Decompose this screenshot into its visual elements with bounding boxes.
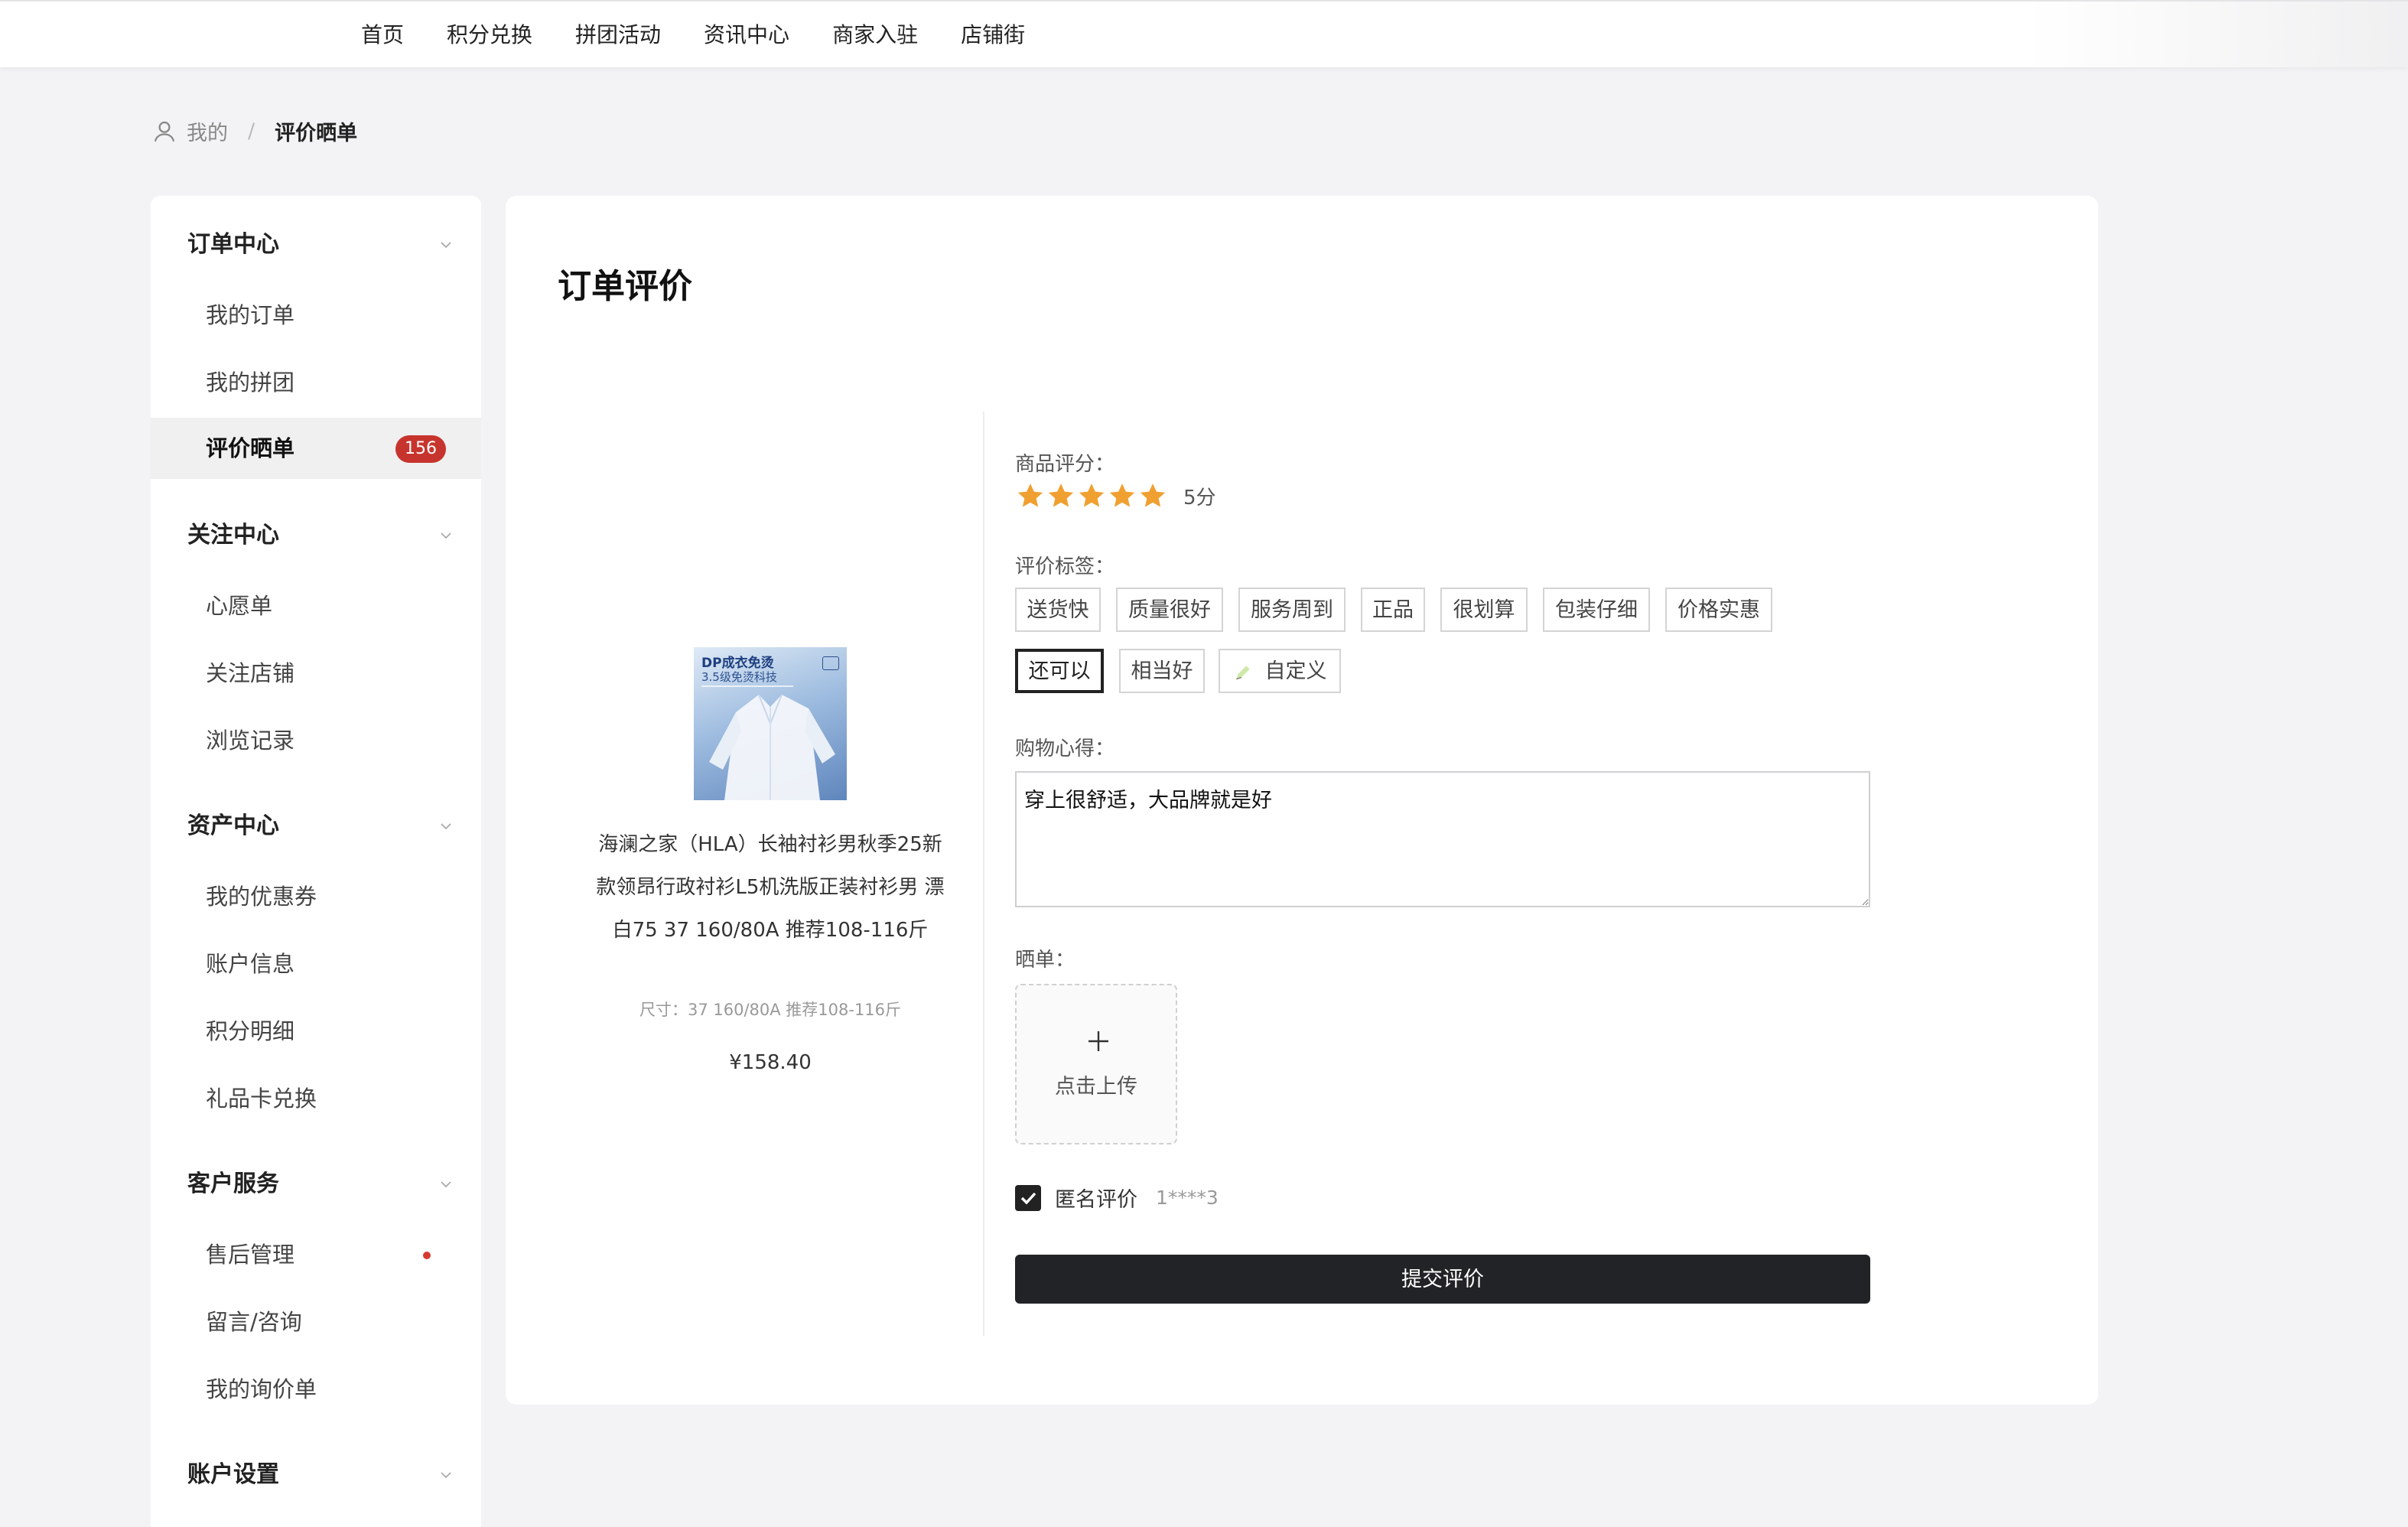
breadcrumb-separator: / — [248, 119, 255, 143]
sidebar-group-label: 客户服务 — [187, 1170, 279, 1197]
sidebar-item-wishlist[interactable]: 心愿单 — [151, 575, 481, 637]
sidebar-item-messages[interactable]: 留言/咨询 — [151, 1291, 481, 1353]
page-title: 订单评价 — [558, 267, 692, 306]
sidebar-item-account-info[interactable]: 账户信息 — [151, 933, 481, 995]
star-icon[interactable] — [1015, 480, 1046, 511]
nav-home[interactable]: 首页 — [361, 21, 404, 49]
sidebar-group-customer-service[interactable]: 客户服务 — [187, 1169, 455, 1200]
image-subtitle: 3.5级免烫科技 — [701, 670, 777, 684]
nav-group-buy[interactable]: 拼团活动 — [575, 21, 661, 49]
review-textarea[interactable]: 穿上很舒适，大品牌就是好 — [1015, 771, 1870, 907]
sidebar-item-coupons[interactable]: 我的优惠券 — [151, 866, 481, 927]
tag-good-quality[interactable]: 质量很好 — [1116, 588, 1223, 632]
product-price: ¥158.40 — [729, 1051, 812, 1074]
tag-good-service[interactable]: 服务周到 — [1238, 588, 1346, 632]
upload-button[interactable]: 点击上传 — [1015, 984, 1177, 1144]
sidebar-group-account-settings[interactable]: 账户设置 — [187, 1460, 455, 1490]
sidebar-item-reviews[interactable]: 评价晒单 156 — [151, 418, 481, 479]
sidebar-item-browse-history[interactable]: 浏览记录 — [151, 710, 481, 771]
sidebar-group-label: 关注中心 — [187, 522, 279, 549]
upload-text: 点击上传 — [1055, 1075, 1137, 1099]
nav-points-exchange[interactable]: 积分兑换 — [447, 21, 532, 49]
pencil-icon — [1235, 665, 1250, 679]
nav-shade — [2026, 2, 2408, 67]
star-rating: 5分 — [1015, 480, 1216, 511]
nav-items: 首页 积分兑换 拼团活动 资讯中心 商家入驻 店铺街 — [361, 21, 1068, 49]
tag-custom-label: 自定义 — [1264, 659, 1327, 683]
tag-fast-delivery[interactable]: 送货快 — [1015, 588, 1101, 632]
chevron-down-icon — [441, 242, 451, 249]
anonymous-username: 1****3 — [1156, 1187, 1219, 1209]
submit-review-button[interactable]: 提交评价 — [1015, 1255, 1870, 1304]
image-caption-line — [701, 685, 793, 687]
review-count-badge: 156 — [395, 435, 446, 463]
upload-label: 晒单： — [1015, 949, 1075, 972]
anonymous-option: 匿名评价 1****3 — [1015, 1183, 1219, 1213]
breadcrumb: 我的 / 评价晒单 — [151, 116, 357, 146]
nav-news[interactable]: 资讯中心 — [704, 21, 789, 49]
tag-careful-packaging[interactable]: 包装仔细 — [1543, 588, 1650, 632]
sidebar-group-asset-center[interactable]: 资产中心 — [187, 811, 455, 842]
star-icon[interactable] — [1107, 480, 1137, 511]
breadcrumb-mine[interactable]: 我的 — [187, 116, 228, 146]
star-icon[interactable] — [1137, 480, 1168, 511]
image-logo-mark — [822, 656, 839, 670]
sidebar-item-after-sales[interactable]: 售后管理 — [151, 1224, 481, 1285]
review-panel: 订单评价 DP成衣免烫 3.5级免烫科技 海澜之家（HLA）长袖衬衫男秋季25新… — [506, 196, 2098, 1405]
breadcrumb-current: 评价晒单 — [275, 122, 358, 145]
sidebar-item-inquiries[interactable]: 我的询价单 — [151, 1359, 481, 1420]
plus-icon — [1088, 1031, 1108, 1051]
sidebar-item-label: 评价晒单 — [206, 435, 295, 461]
panel-divider — [983, 412, 984, 1336]
tag-custom-button[interactable]: 自定义 — [1219, 649, 1341, 693]
user-icon — [154, 121, 175, 142]
sidebar-item-gift-card[interactable]: 礼品卡兑换 — [151, 1068, 481, 1129]
sidebar-item-points-detail[interactable]: 积分明细 — [151, 1001, 481, 1062]
sidebar-item-label: 售后管理 — [206, 1242, 295, 1268]
rating-score: 5分 — [1183, 486, 1216, 510]
star-icon[interactable] — [1076, 480, 1107, 511]
tag-good-price[interactable]: 价格实惠 — [1665, 588, 1772, 632]
sidebar-group-label: 账户设置 — [187, 1461, 279, 1488]
sidebar-group-label: 订单中心 — [187, 231, 279, 258]
nav-shop-street[interactable]: 店铺街 — [961, 21, 1025, 49]
review-label: 购物心得： — [1015, 737, 1115, 760]
chevron-down-icon — [441, 532, 451, 539]
chevron-down-icon — [441, 1472, 451, 1479]
tag-genuine[interactable]: 正品 — [1361, 588, 1425, 632]
sidebar-group-follow-center[interactable]: 关注中心 — [187, 520, 455, 551]
product-name[interactable]: 海澜之家（HLA）长袖衬衫男秋季25新款领昂行政衬衫L5机洗版正装衬衫男 漂白7… — [596, 823, 945, 952]
rating-label: 商品评分： — [1015, 453, 1115, 476]
product-size: 尺寸：37 160/80A 推荐108-116斤 — [639, 1001, 902, 1019]
tag-worth-it[interactable]: 很划算 — [1440, 588, 1528, 632]
anonymous-checkbox[interactable] — [1015, 1184, 1041, 1211]
sidebar-group-order-center[interactable]: 订单中心 — [187, 230, 455, 260]
tags-label: 评价标签： — [1015, 555, 1115, 578]
sidebar-item-followed-shops[interactable]: 关注店铺 — [151, 643, 481, 704]
product-image[interactable]: DP成衣免烫 3.5级免烫科技 — [694, 647, 847, 800]
notification-dot — [423, 1252, 431, 1259]
sidebar-item-my-orders[interactable]: 我的订单 — [151, 285, 481, 346]
top-nav: 首页 积分兑换 拼团活动 资讯中心 商家入驻 店铺街 — [0, 0, 2408, 67]
tag-quite-good[interactable]: 相当好 — [1119, 649, 1205, 693]
star-icon[interactable] — [1046, 480, 1076, 511]
tag-okay-selected[interactable]: 还可以 — [1015, 649, 1104, 693]
sidebar-group-label: 资产中心 — [187, 812, 279, 839]
sidebar: 订单中心 我的订单 我的拼团 评价晒单 156 关注中心 心愿单 关注店铺 浏览… — [151, 196, 481, 1527]
sidebar-item-my-group-buy[interactable]: 我的拼团 — [151, 352, 481, 413]
anonymous-label[interactable]: 匿名评价 — [1055, 1183, 1137, 1213]
nav-merchant-join[interactable]: 商家入驻 — [832, 21, 918, 49]
chevron-down-icon — [441, 823, 451, 830]
checkmark-icon — [1020, 1192, 1036, 1204]
chevron-down-icon — [441, 1181, 451, 1188]
